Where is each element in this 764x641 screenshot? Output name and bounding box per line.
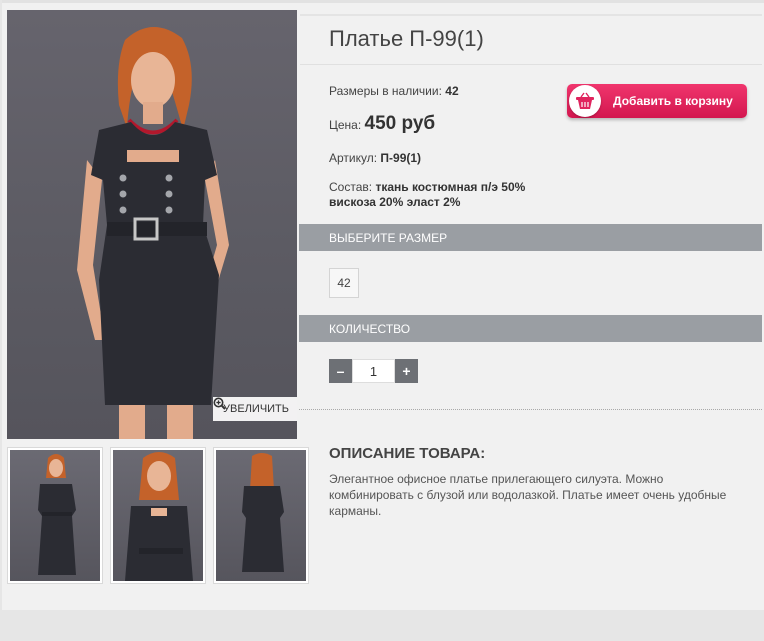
article-row: Артикул: П-99(1) [329, 151, 421, 165]
description-title: ОПИСАНИЕ ТОВАРА: [329, 445, 486, 462]
quantity-plus-button[interactable]: + [395, 359, 418, 383]
zoom-button[interactable]: УВЕЛИЧИТЬ [213, 397, 297, 421]
composition-line-2: вискоза 20% эласт 2% [329, 195, 461, 209]
size-option-42[interactable]: 42 [329, 268, 359, 298]
sizes-label: Размеры в наличии: [329, 84, 442, 98]
sizes-value: 42 [445, 84, 459, 98]
quantity-section-header: КОЛИЧЕСТВО [299, 315, 762, 342]
quantity-section-title: КОЛИЧЕСТВО [329, 321, 411, 336]
divider [299, 409, 762, 410]
quantity-stepper: – + [329, 359, 418, 383]
description-text: Элегантное офисное платье прилегающего с… [329, 472, 727, 518]
thumbnail-strip [7, 447, 309, 584]
price-value: 450 руб [364, 113, 436, 134]
article-label: Артикул: [329, 151, 378, 165]
bottom-band [0, 610, 764, 641]
composition-row: Состав: ткань костюмная п/э 50% вискоза … [329, 180, 525, 210]
composition-label: Состав: [329, 180, 373, 194]
price-label: Цена: [329, 118, 362, 132]
thumbnail-front-illustration [38, 454, 76, 575]
article-value: П-99(1) [380, 151, 422, 165]
quantity-minus-button[interactable]: – [329, 359, 352, 383]
thumbnail-back[interactable] [213, 447, 309, 584]
composition-line-1: ткань костюмная п/э 50% [375, 180, 526, 194]
thumbnail-back-illustration [242, 453, 284, 572]
thumbnail-front[interactable] [7, 447, 103, 584]
page-title: Платье П-99(1) [329, 26, 484, 51]
left-edge [0, 0, 2, 610]
size-section-title: ВЫБЕРИТЕ РАЗМЕР [329, 230, 448, 245]
add-to-cart-button[interactable]: Добавить в корзину [567, 84, 747, 118]
price-row: Цена: 450 руб [329, 113, 435, 135]
thumbnail-closeup[interactable] [110, 447, 206, 584]
zoom-label: УВЕЛИЧИТЬ [223, 403, 289, 415]
basket-icon [569, 85, 601, 117]
sizes-available: Размеры в наличии: 42 [329, 84, 459, 98]
thumbnail-closeup-illustration [125, 452, 193, 581]
size-section-header: ВЫБЕРИТЕ РАЗМЕР [299, 224, 762, 251]
quantity-input[interactable] [352, 359, 395, 383]
product-page: УВЕЛИЧИТЬ Платье П-99(1) Размеры в налич… [0, 0, 764, 641]
top-border [0, 0, 764, 3]
add-to-cart-label: Добавить в корзину [613, 94, 733, 108]
main-product-photo[interactable]: УВЕЛИЧИТЬ [7, 10, 297, 439]
dress-illustration [77, 26, 229, 439]
